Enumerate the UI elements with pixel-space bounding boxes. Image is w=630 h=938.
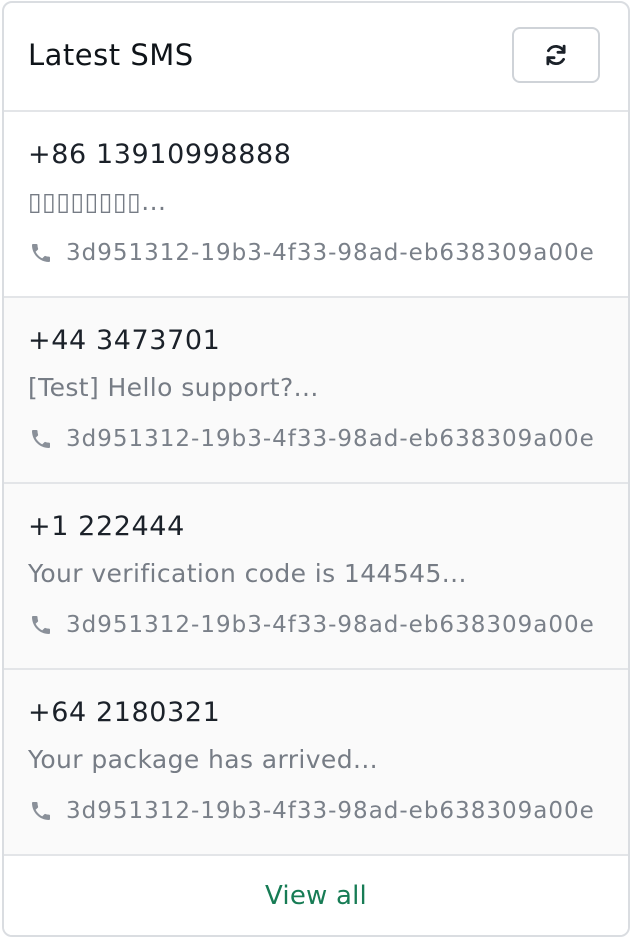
sms-device: 3d951312-19b3-4f33-98ad-eb638309a00e xyxy=(28,796,595,826)
sms-list-item[interactable]: +86 13910998888 ▯▯▯▯▯▯▯▯... 3d951312-19b… xyxy=(4,112,628,298)
phone-icon xyxy=(28,612,54,638)
sms-list-item[interactable]: +64 2180321 Your package has arrived... … xyxy=(4,670,628,856)
sms-sender-phone: +1 222444 xyxy=(28,511,185,542)
sms-list-item[interactable]: +1 222444 Your verification code is 1445… xyxy=(4,484,628,670)
phone-icon xyxy=(28,240,54,266)
device-id: 3d951312-19b3-4f33-98ad-eb638309a00e xyxy=(66,798,595,824)
card-header: Latest SMS xyxy=(4,3,628,112)
refresh-button[interactable] xyxy=(512,27,600,83)
device-id: 3d951312-19b3-4f33-98ad-eb638309a00e xyxy=(66,612,595,638)
sms-device: 3d951312-19b3-4f33-98ad-eb638309a00e xyxy=(28,238,595,268)
sms-list-item[interactable]: +44 3473701 [Test] Hello support?... 3d9… xyxy=(4,298,628,484)
view-all-link[interactable]: View all xyxy=(265,881,367,911)
card-footer: View all xyxy=(4,856,628,935)
latest-sms-card: Latest SMS +86 13910998888 ▯▯▯▯▯▯▯▯... 3… xyxy=(2,1,630,937)
sms-preview-text: Your package has arrived... xyxy=(28,745,379,774)
device-id: 3d951312-19b3-4f33-98ad-eb638309a00e xyxy=(66,426,595,452)
card-title: Latest SMS xyxy=(28,38,194,72)
sms-sender-phone: +44 3473701 xyxy=(28,325,221,356)
sms-device: 3d951312-19b3-4f33-98ad-eb638309a00e xyxy=(28,610,595,640)
refresh-icon xyxy=(543,42,569,68)
sms-preview-text: [Test] Hello support?... xyxy=(28,373,319,402)
phone-icon xyxy=(28,798,54,824)
sms-preview-text: Your verification code is 144545... xyxy=(28,559,467,588)
sms-device: 3d951312-19b3-4f33-98ad-eb638309a00e xyxy=(28,424,595,454)
sms-preview-text: ▯▯▯▯▯▯▯▯... xyxy=(28,187,167,216)
sms-sender-phone: +86 13910998888 xyxy=(28,139,292,170)
sms-sender-phone: +64 2180321 xyxy=(28,697,221,728)
device-id: 3d951312-19b3-4f33-98ad-eb638309a00e xyxy=(66,240,595,266)
phone-icon xyxy=(28,426,54,452)
